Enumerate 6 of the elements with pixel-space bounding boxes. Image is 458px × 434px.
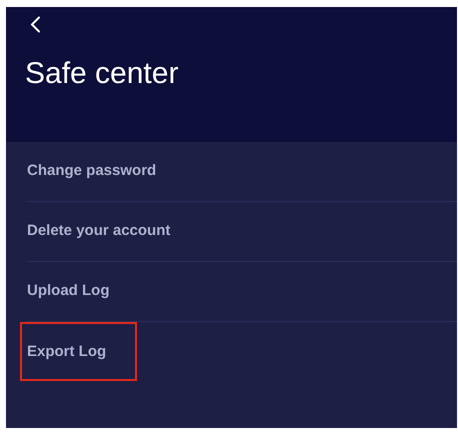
settings-item[interactable]: Change password bbox=[27, 160, 156, 183]
settings-item[interactable]: Delete your account bbox=[27, 220, 170, 243]
back-icon[interactable] bbox=[30, 16, 41, 33]
settings-item[interactable]: Upload Log bbox=[27, 280, 110, 303]
page-title: Safe center bbox=[25, 59, 180, 89]
settings-item[interactable]: Export Log bbox=[27, 340, 106, 364]
